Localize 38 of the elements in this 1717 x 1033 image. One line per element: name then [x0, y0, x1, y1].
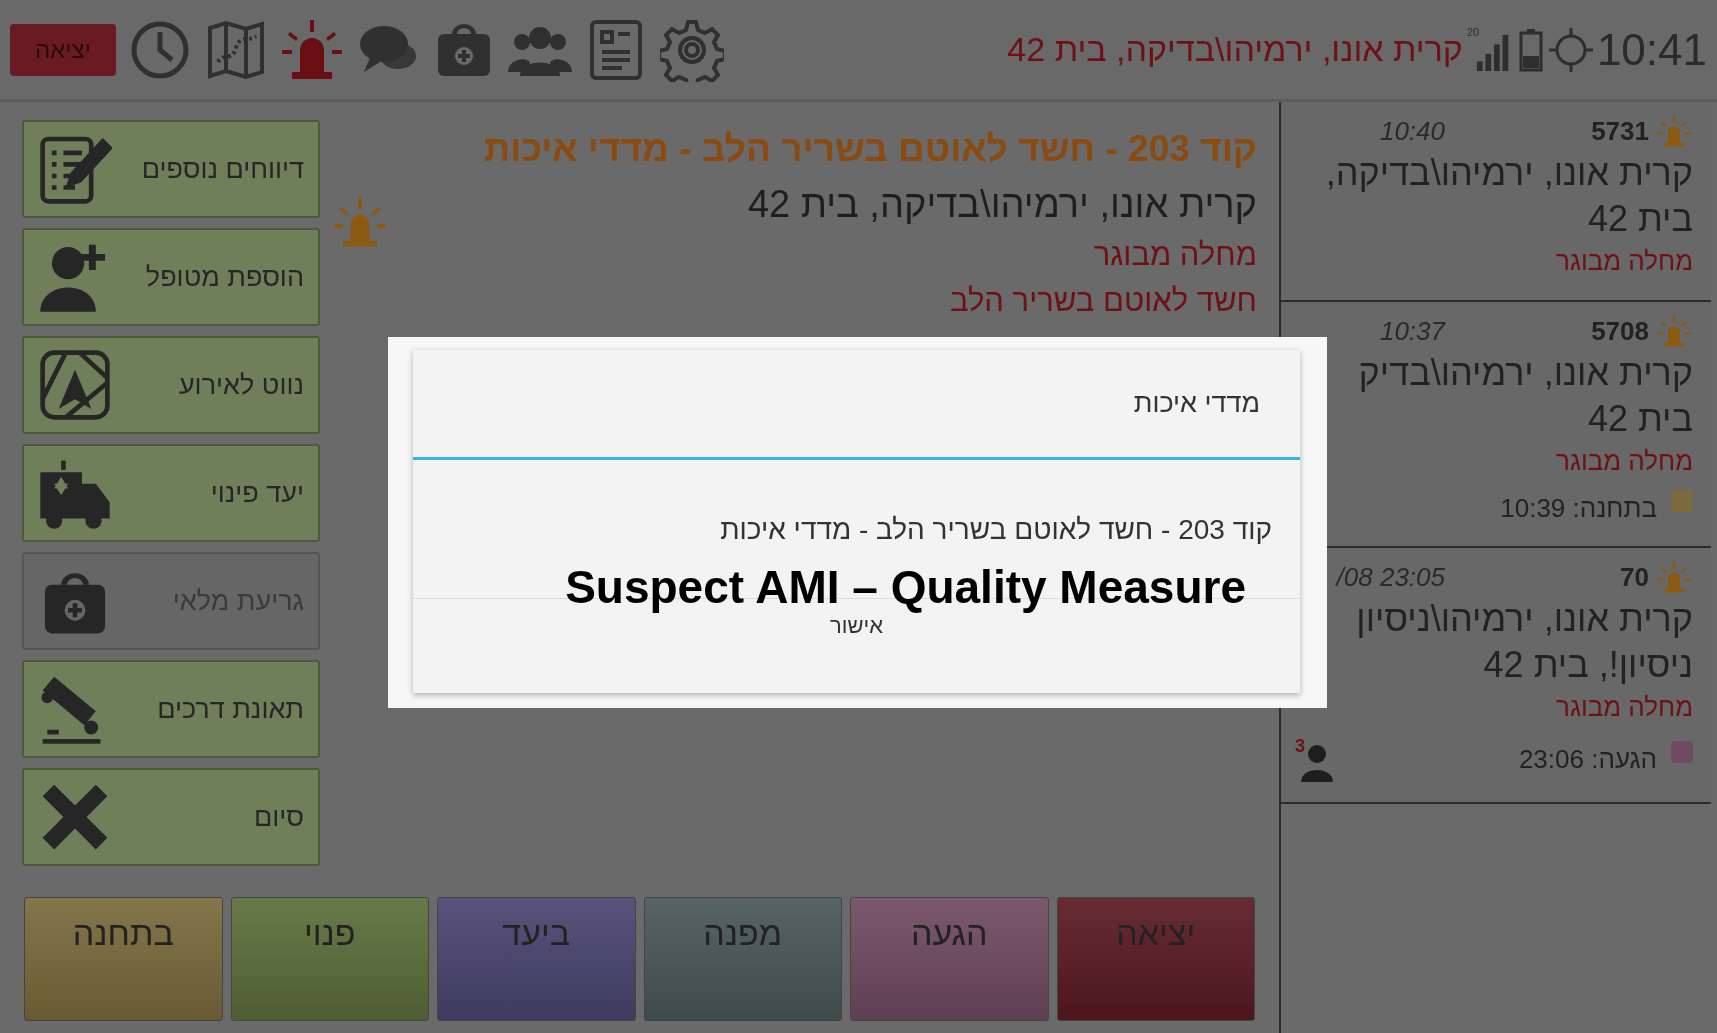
patient-count: 3: [1295, 736, 1305, 757]
incident-category: מחלה מבוגר: [1555, 445, 1693, 478]
incident-number: 70: [1620, 561, 1649, 593]
address-text: קרית אונו, ירמיהו\בדיקה, בית 42: [1007, 30, 1463, 69]
event-category: מחלה מבוגר: [1092, 236, 1257, 274]
incident-address: בית 42: [1586, 397, 1693, 441]
incident-address: קרית אונו, ירמיהו\בדיק: [1357, 351, 1693, 395]
event-description: חשד לאוטם בשריר הלב: [949, 282, 1257, 320]
exit-button[interactable]: יציאה: [10, 23, 116, 76]
incident-number: 5731: [1591, 115, 1649, 147]
clock-time: 10:41: [1596, 24, 1707, 75]
status-button[interactable]: מפנה: [643, 897, 842, 1021]
incident-address: קרית אונו, ירמיהו\בדיקה,: [1324, 151, 1693, 195]
dialog-title: מדדי איכות: [413, 350, 1300, 460]
incident-address: ניסיון!, בית 42: [1482, 643, 1693, 687]
incident-time: /08 23:05: [1334, 561, 1445, 593]
incident-address: בית 42: [1586, 197, 1693, 241]
status-time: הגעה: 23:06: [1518, 743, 1657, 775]
status-button[interactable]: פנוי: [230, 897, 429, 1021]
status-time: בתחנה: 10:39: [1500, 492, 1657, 524]
action-button[interactable]: יעד פינוי: [22, 444, 320, 542]
dialog-message: קוד 203 - חשד לאוטם בשריר הלב - מדדי איכות: [719, 513, 1273, 546]
status-button[interactable]: ביעד: [437, 897, 636, 1021]
incident-number: 5708: [1591, 315, 1649, 347]
event-title: קוד 203 - חשד לאוטם בשריר הלב - מדדי איכות: [482, 127, 1257, 171]
action-button[interactable]: הוספת מטופל: [22, 228, 320, 326]
action-button[interactable]: סיום: [22, 768, 320, 866]
action-button[interactable]: דיווחים נוספים: [22, 120, 320, 218]
status-button[interactable]: בתחנה: [24, 897, 223, 1021]
action-button[interactable]: תאונת דרכים: [22, 660, 320, 758]
action-button[interactable]: נווט לאירוע: [22, 336, 320, 434]
incident-category: מחלה מבוגר: [1555, 245, 1693, 278]
incident-time: 10:40: [1378, 115, 1445, 147]
status-button[interactable]: הגעה: [850, 897, 1049, 1021]
event-address: קרית אונו, ירמיהו\בדיקה, בית 42: [746, 182, 1257, 227]
incident-time: 10:37: [1378, 315, 1445, 347]
incident-address: קרית אונו, ירמיהו\ניסיון: [1355, 597, 1693, 641]
incident-category: מחלה מבוגר: [1555, 691, 1693, 724]
